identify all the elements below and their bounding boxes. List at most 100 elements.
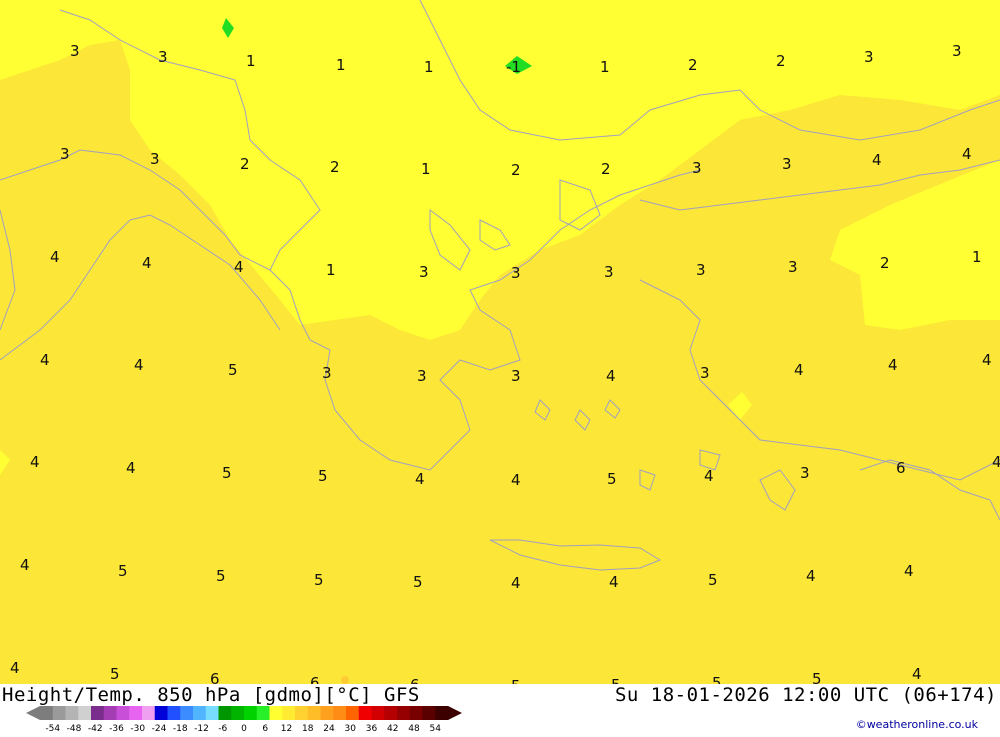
legend-tick-label: 54 bbox=[430, 724, 442, 733]
contour-label: 3 bbox=[788, 258, 798, 276]
contour-label: 3 bbox=[604, 263, 614, 281]
legend-swatch bbox=[397, 706, 411, 720]
legend-tick-label: -18 bbox=[173, 724, 188, 733]
legend-swatch bbox=[384, 706, 398, 720]
contour-label: 1 bbox=[424, 58, 434, 76]
run-info: Su 18-01-2026 12:00 UTC (06+174) bbox=[614, 684, 997, 706]
legend-swatch bbox=[256, 706, 270, 720]
legend-swatch bbox=[371, 706, 385, 720]
contour-label: 3 bbox=[70, 42, 80, 60]
legend-swatch bbox=[65, 706, 79, 720]
legend-tick-label: 18 bbox=[302, 724, 314, 733]
contour-label: 3 bbox=[417, 367, 427, 385]
legend-swatch bbox=[167, 706, 181, 720]
legend-swatch bbox=[154, 706, 168, 720]
contour-label: 6 bbox=[896, 459, 906, 477]
contour-label: 3 bbox=[800, 464, 810, 482]
contour-label: 4 bbox=[126, 459, 136, 477]
color-legend: -54 -48 -42 -36 -30 -24 -18 -12 -6 0 6 12 18 24 30 36 42… bbox=[0, 704, 470, 734]
temperature-dot-orange bbox=[341, 676, 349, 684]
contour-label: 5 bbox=[611, 676, 621, 684]
legend-swatch bbox=[116, 706, 130, 720]
legend-swatch bbox=[346, 706, 360, 720]
legend-tick-label: -24 bbox=[152, 724, 167, 733]
legend-tick-label: -6 bbox=[218, 724, 227, 733]
legend-tick-label: -54 bbox=[45, 724, 60, 733]
contour-label: 1 bbox=[421, 160, 431, 178]
contour-label: 5 bbox=[228, 361, 238, 379]
contour-label: 4 bbox=[794, 361, 804, 379]
legend-tick-label: -42 bbox=[88, 724, 103, 733]
contour-label: 3 bbox=[158, 48, 168, 66]
legend-swatch bbox=[193, 706, 207, 720]
contour-label: 5 bbox=[511, 677, 521, 684]
legend-tick-label: -48 bbox=[67, 724, 82, 733]
contour-label: 4 bbox=[511, 471, 521, 489]
contour-label: 3 bbox=[952, 42, 962, 60]
contour-label: 4 bbox=[415, 470, 425, 488]
contour-label: 3 bbox=[511, 367, 521, 385]
contour-label: 4 bbox=[606, 367, 616, 385]
contour-label: 2 bbox=[601, 160, 611, 178]
legend-swatch bbox=[409, 706, 423, 720]
contour-label: 4 bbox=[40, 351, 50, 369]
legend-swatch bbox=[435, 706, 449, 720]
legend-arrow-left bbox=[26, 706, 40, 720]
weather-map: 3 3 1 1 1 -1 1 2 2 3 3 3 3 2 2 1 2 2 3 3… bbox=[0, 0, 1000, 684]
legend-tick-label: -36 bbox=[109, 724, 124, 733]
contour-label: 4 bbox=[904, 562, 914, 580]
contour-label: 5 bbox=[314, 571, 324, 589]
contour-label: 2 bbox=[240, 155, 250, 173]
contour-label: 4 bbox=[142, 254, 152, 272]
legend-swatch bbox=[205, 706, 219, 720]
legend-swatch bbox=[244, 706, 258, 720]
contour-label: 6 bbox=[210, 670, 220, 684]
legend-tick-label: 30 bbox=[345, 724, 357, 733]
contour-label: -1 bbox=[506, 58, 521, 76]
legend-swatch bbox=[269, 706, 283, 720]
contour-label: 3 bbox=[692, 159, 702, 177]
contour-label: 1 bbox=[972, 248, 982, 266]
contour-label: 4 bbox=[511, 574, 521, 592]
contour-label: 4 bbox=[992, 453, 1000, 471]
legend-swatch bbox=[103, 706, 117, 720]
contour-label: 4 bbox=[872, 151, 882, 169]
contour-label: 3 bbox=[60, 145, 70, 163]
contour-label: 3 bbox=[419, 263, 429, 281]
legend-swatch bbox=[333, 706, 347, 720]
legend-tick-label: 36 bbox=[366, 724, 378, 733]
contour-label: 4 bbox=[982, 351, 992, 369]
contour-label: 1 bbox=[326, 261, 336, 279]
contour-label: 2 bbox=[880, 254, 890, 272]
contour-label: 3 bbox=[150, 150, 160, 168]
contour-label: 4 bbox=[134, 356, 144, 374]
contour-label: 4 bbox=[888, 356, 898, 374]
legend-swatch bbox=[307, 706, 321, 720]
contour-label: 5 bbox=[318, 467, 328, 485]
legend-swatch bbox=[295, 706, 309, 720]
contour-label: 5 bbox=[712, 674, 722, 684]
legend-swatch bbox=[52, 706, 66, 720]
contour-label: 5 bbox=[413, 573, 423, 591]
contour-label: 1 bbox=[336, 56, 346, 74]
legend-tick-label: -12 bbox=[194, 724, 209, 733]
legend-swatch bbox=[91, 706, 105, 720]
contour-label: 2 bbox=[511, 161, 521, 179]
contour-label: 3 bbox=[322, 364, 332, 382]
legend-swatch bbox=[78, 706, 92, 720]
legend-swatch bbox=[218, 706, 232, 720]
credit-link[interactable]: ©weatheronline.co.uk bbox=[856, 718, 978, 731]
contour-label: 6 bbox=[310, 674, 320, 684]
contour-label: 4 bbox=[609, 573, 619, 591]
contour-label: 5 bbox=[708, 571, 718, 589]
legend-arrow-right bbox=[448, 706, 462, 720]
map-title: Height/Temp. 850 hPa [gdmo][°C] GFS bbox=[2, 684, 420, 706]
contour-label: 4 bbox=[20, 556, 30, 574]
contour-label: 5 bbox=[222, 464, 232, 482]
contour-label: 5 bbox=[216, 567, 226, 585]
contour-label: 4 bbox=[704, 467, 714, 485]
contour-label: 3 bbox=[696, 261, 706, 279]
contour-label: 5 bbox=[118, 562, 128, 580]
contour-label: 4 bbox=[806, 567, 816, 585]
legend-swatch bbox=[231, 706, 245, 720]
